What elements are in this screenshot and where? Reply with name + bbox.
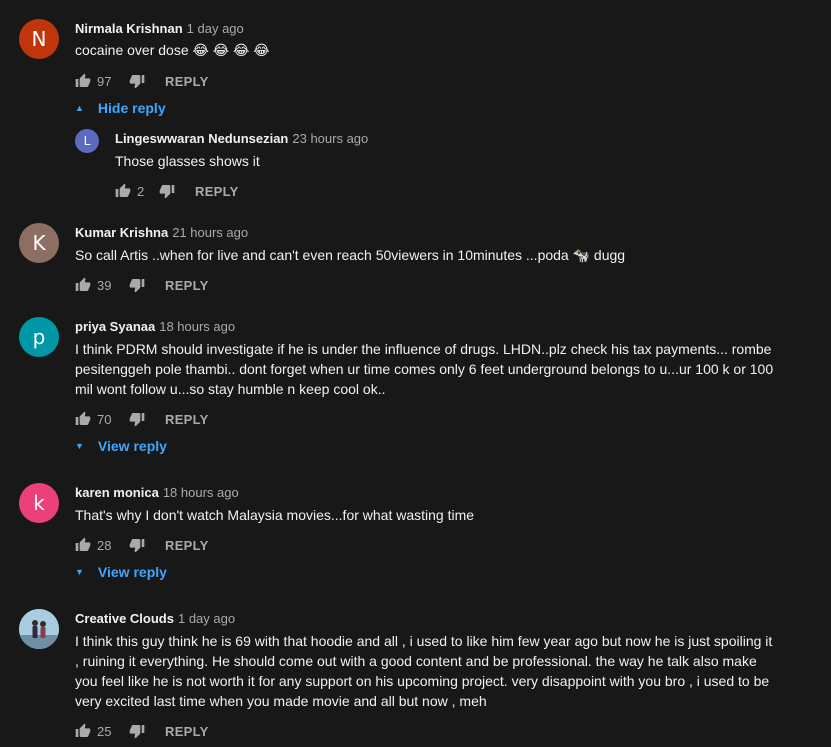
like-button[interactable] [75,277,91,293]
comment-time[interactable]: 21 hours ago [172,225,248,240]
avatar[interactable]: L [75,129,99,153]
thumbs-down-icon [129,279,145,293]
caret-up-icon: ▲ [75,103,84,113]
comment-author[interactable]: Creative Clouds [75,611,174,626]
avatar[interactable]: N [19,19,59,59]
thumbs-down-icon [129,413,145,427]
avatar[interactable]: K [19,223,59,263]
thumbs-up-icon [75,73,91,87]
like-button[interactable] [75,411,91,427]
comment-text: Those glasses shows it [115,153,260,169]
comment-actions: 39 REPLY [75,273,209,297]
comment-time[interactable]: 23 hours ago [292,131,368,146]
comment-author[interactable]: karen monica [75,485,159,500]
comment-text: I think PDRM should investigate if he is… [75,341,774,397]
like-button[interactable] [115,183,131,199]
avatar[interactable] [19,609,59,649]
comment-author[interactable]: Kumar Krishna [75,225,168,240]
reply-button[interactable]: REPLY [165,412,209,427]
reply-button[interactable]: REPLY [165,538,209,553]
reply-button[interactable]: REPLY [195,184,239,199]
reply-button[interactable]: REPLY [165,724,209,739]
comment-actions: 28 REPLY [75,533,209,557]
comment-time[interactable]: 18 hours ago [163,485,239,500]
comment-actions: 25 REPLY [75,719,209,743]
comment-actions: 97 REPLY [75,69,209,93]
comment-time[interactable]: 1 day ago [187,21,244,36]
profile-photo-icon [19,609,59,649]
comment-text: That's why I don't watch Malaysia movies… [75,507,475,523]
avatar[interactable]: p [19,317,59,357]
like-count: 2 [137,183,145,199]
dislike-button[interactable] [129,537,145,553]
comment-author[interactable]: Lingeswwaran Nedunsezian [115,131,288,146]
view-reply-button[interactable]: ▼ View reply [75,438,167,454]
like-button[interactable] [75,537,91,553]
comment-text: cocaine over dose 😂 😂 😂 😂 [75,42,270,58]
comment-author[interactable]: Nirmala Krishnan [75,21,183,36]
view-reply-button[interactable]: ▼ View reply [75,564,167,580]
hide-reply-button[interactable]: ▲ Hide reply [75,100,166,116]
comment-actions: 2 REPLY [115,179,239,203]
thumbs-down-icon [129,725,145,739]
comment-text: I think this guy think he is 69 with tha… [75,633,773,709]
dislike-button[interactable] [129,277,145,293]
toggle-label: Hide reply [97,100,166,116]
comment-time[interactable]: 18 hours ago [159,319,235,334]
thumbs-up-icon [75,411,91,425]
like-count: 70 [97,411,112,427]
caret-down-icon: ▼ [75,441,84,451]
thumbs-up-icon [75,723,91,737]
like-count: 25 [97,723,112,739]
dislike-button[interactable] [129,73,145,89]
toggle-label: View reply [97,438,167,454]
thumbs-up-icon [75,277,91,291]
like-count: 39 [97,277,112,293]
like-count: 28 [97,537,112,553]
comment-time[interactable]: 1 day ago [178,611,235,626]
caret-down-icon: ▼ [75,567,84,577]
thumbs-down-icon [159,185,175,199]
thumbs-up-icon [75,537,91,551]
thumbs-down-icon [129,75,145,89]
comment-actions: 70 REPLY [75,407,209,431]
reply-button[interactable]: REPLY [165,278,209,293]
comment-text: So call Artis ..when for live and can't … [75,247,626,263]
reply-button[interactable]: REPLY [165,74,209,89]
dislike-button[interactable] [159,183,175,199]
thumbs-up-icon [115,183,131,197]
dislike-button[interactable] [129,723,145,739]
comment-author[interactable]: priya Syanaa [75,319,155,334]
toggle-label: View reply [97,564,167,580]
like-count: 97 [97,73,112,89]
like-button[interactable] [75,73,91,89]
dislike-button[interactable] [129,411,145,427]
like-button[interactable] [75,723,91,739]
avatar[interactable]: k [19,483,59,523]
thumbs-down-icon [129,539,145,553]
